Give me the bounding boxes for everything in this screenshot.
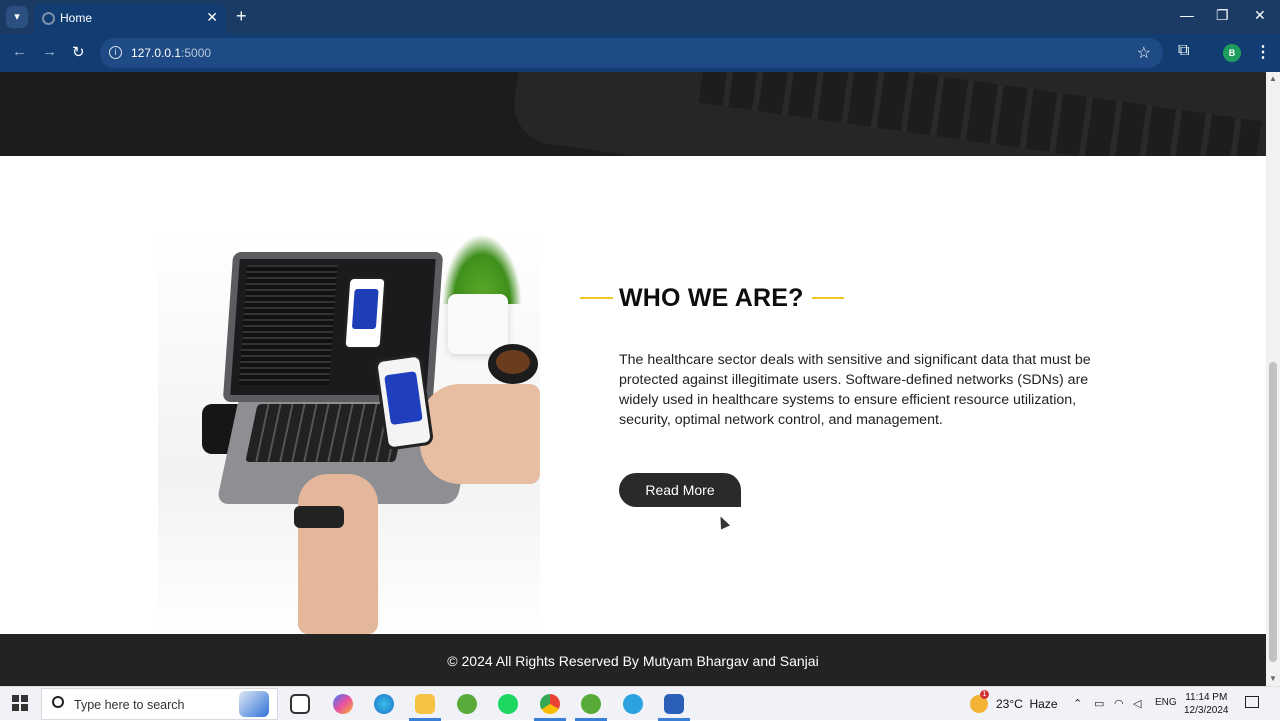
hero-banner-image	[0, 72, 1266, 156]
extensions-icon[interactable]: ⧉	[1178, 42, 1189, 60]
weather-temp: 23°C	[996, 697, 1023, 711]
who-we-are-section: WHO WE ARE? The healthcare sector deals …	[0, 156, 1266, 634]
page-footer: © 2024 All Rights Reserved By Mutyam Bha…	[0, 634, 1266, 686]
browser-tab-home[interactable]: Home ✕	[34, 4, 226, 34]
weather-condition: Haze	[1029, 697, 1058, 711]
battery-icon[interactable]: ▭	[1094, 697, 1104, 710]
plant-pot-shape	[448, 294, 508, 354]
new-tab-icon[interactable]: +	[236, 6, 247, 27]
profile-avatar[interactable]: B	[1223, 44, 1241, 62]
back-arrow-icon[interactable]: ←	[12, 43, 27, 60]
scroll-up-icon[interactable]: ▲	[1269, 74, 1277, 83]
forward-arrow-icon[interactable]: →	[42, 43, 57, 60]
taskbar-clock[interactable]: 11:14 PM 12/3/2024	[1184, 691, 1229, 717]
close-tab-icon[interactable]: ✕	[206, 9, 218, 26]
search-highlight-icon	[239, 691, 269, 717]
screen-phone-mockup	[343, 277, 387, 349]
minimize-icon[interactable]: —	[1180, 7, 1194, 23]
copilot-icon[interactable]	[333, 694, 353, 714]
section-title: WHO WE ARE?	[619, 284, 804, 312]
heading-line-left	[580, 297, 613, 299]
file-explorer-icon[interactable]	[415, 694, 435, 714]
laptop-phone-photo	[158, 234, 540, 634]
notification-center-icon[interactable]	[1245, 696, 1259, 708]
windows-start-icon[interactable]	[12, 695, 28, 711]
scroll-down-icon[interactable]: ▼	[1269, 674, 1277, 683]
left-hand-shape	[298, 474, 378, 634]
chrome-icon[interactable]	[540, 694, 560, 714]
wifi-icon[interactable]: ◠	[1114, 697, 1124, 710]
taskbar-search-box[interactable]: Type here to search	[41, 688, 278, 720]
browser-menu-icon[interactable]: ⋮	[1255, 42, 1271, 62]
browser-tab-strip: ▾ Home ✕ + — ❐ ✕	[0, 0, 1280, 34]
globe-icon	[42, 12, 55, 25]
copyright-text: © 2024 All Rights Reserved By Mutyam Bha…	[447, 653, 819, 669]
search-icon	[52, 696, 64, 708]
search-placeholder: Type here to search	[74, 698, 185, 712]
read-more-button[interactable]: Read More	[619, 473, 741, 507]
show-hidden-icons-chevron-icon[interactable]: ⌃	[1073, 697, 1082, 710]
telegram-icon[interactable]	[623, 694, 643, 714]
close-window-icon[interactable]: ✕	[1254, 7, 1266, 24]
volume-icon[interactable]: ◁	[1133, 697, 1141, 710]
spotify-icon[interactable]	[498, 694, 518, 714]
tab-title: Home	[60, 11, 93, 25]
coffee-cup-shape	[488, 344, 538, 384]
weather-alert-badge: 1	[980, 690, 989, 699]
windows-taskbar: Type here to search 1 23°C Haze ⌃ ▭ ◠ ◁ …	[0, 686, 1280, 721]
smartwatch-shape	[294, 506, 344, 528]
section-heading: WHO WE ARE?	[580, 284, 850, 314]
section-description: The healthcare sector deals with sensiti…	[619, 352, 1091, 428]
right-hand-shape	[420, 384, 540, 484]
url-host: 127.0.0.1	[131, 46, 182, 60]
bookmark-star-icon[interactable]: ☆	[1137, 43, 1151, 63]
task-view-icon[interactable]	[290, 694, 310, 714]
browser-toolbar: ← → ↻ i 127.0.0.1:5000 ☆ ⧉ B ⋮	[0, 34, 1280, 72]
heading-line-right	[812, 297, 844, 299]
language-indicator[interactable]: ENG	[1155, 697, 1177, 708]
url-text[interactable]: 127.0.0.1:5000	[131, 46, 211, 60]
scroll-thumb[interactable]	[1269, 362, 1277, 662]
clock-time: 11:14 PM	[1185, 692, 1228, 703]
spring-tool-2-icon[interactable]	[581, 694, 601, 714]
code-editor-shape	[238, 265, 338, 385]
edge-icon[interactable]	[374, 694, 394, 714]
spring-tool-icon[interactable]	[457, 694, 477, 714]
weather-widget[interactable]: 23°C Haze	[996, 697, 1058, 711]
site-info-icon[interactable]: i	[109, 46, 122, 59]
clock-date: 12/3/2024	[1184, 705, 1229, 716]
url-port: :5000	[181, 46, 212, 60]
word-icon[interactable]	[664, 694, 684, 714]
restore-icon[interactable]: ❐	[1216, 7, 1229, 24]
page-scrollbar[interactable]: ▲ ▼	[1266, 72, 1280, 686]
reload-icon[interactable]: ↻	[72, 43, 85, 61]
address-bar[interactable]: i 127.0.0.1:5000 ☆	[100, 38, 1163, 68]
tab-search-chevron-icon[interactable]: ▾	[6, 6, 28, 28]
